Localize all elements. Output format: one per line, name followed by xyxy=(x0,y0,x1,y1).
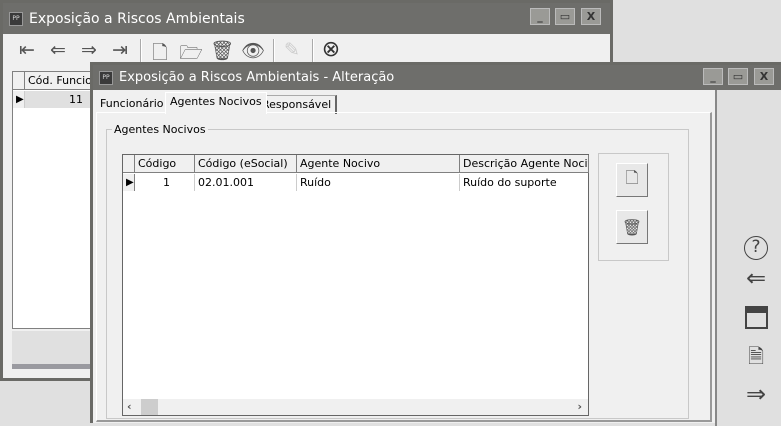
scroll-right-icon[interactable]: › xyxy=(577,400,582,413)
tab-agentes-nocivos[interactable]: Agentes Nocivos xyxy=(165,92,267,114)
indicator-header xyxy=(123,155,135,173)
back-arrow-icon[interactable]: ⇐ xyxy=(739,264,773,292)
close-button[interactable]: X xyxy=(581,8,601,25)
delete-agent-button[interactable]: 🗑 xyxy=(616,210,648,244)
close-button[interactable]: X xyxy=(754,68,774,85)
agentes-grid[interactable]: Código Código (eSocial) Agente Nocivo De… xyxy=(122,154,589,416)
add-agent-button[interactable]: 🗋 xyxy=(616,163,648,197)
forward-arrow-icon[interactable]: ⇒ xyxy=(739,380,773,408)
save-glyph xyxy=(744,306,768,329)
column-header-descricao[interactable]: Descrição Agente Nocivo xyxy=(460,155,589,173)
scroll-thumb[interactable] xyxy=(141,399,158,415)
group-title: Agentes Nocivos xyxy=(112,123,208,136)
grid-button-panel: 🗋 🗑 xyxy=(598,153,669,261)
action-sidebar: ? ⇐ 🗎 ⇒ xyxy=(715,90,781,426)
edit-icon[interactable]: ✎ xyxy=(278,39,306,61)
edit-title-bar: PP Exposição a Riscos Ambientais - Alter… xyxy=(93,65,781,90)
last-icon[interactable]: ⇥ xyxy=(106,39,134,61)
back-title-bar: PP Exposição a Riscos Ambientais _ ▭ X xyxy=(3,3,610,34)
app-icon: PP xyxy=(99,70,113,85)
indicator-header xyxy=(13,72,25,90)
toolbar-separator xyxy=(140,39,142,63)
scroll-left-icon[interactable]: ‹ xyxy=(127,400,132,413)
first-icon[interactable]: ⇤ xyxy=(13,39,41,61)
app-icon: PP xyxy=(9,11,23,26)
help-icon[interactable]: ? xyxy=(739,230,773,260)
trash-icon[interactable]: 🗑 xyxy=(208,39,236,62)
toolbar-separator xyxy=(312,39,314,63)
help-glyph: ? xyxy=(744,236,768,260)
toolbar-separator xyxy=(273,39,275,63)
horizontal-scrollbar[interactable]: ‹ › xyxy=(123,399,588,415)
previous-icon[interactable]: ⇐ xyxy=(44,39,72,61)
eye-icon[interactable]: 👁 xyxy=(239,39,267,62)
column-header-codigo-esocial[interactable]: Código (eSocial) xyxy=(195,155,297,173)
cell-codigo-esocial[interactable]: 02.01.001 xyxy=(195,174,297,191)
minimize-button[interactable]: _ xyxy=(530,8,550,25)
cell-descricao[interactable]: Ruído do suporte xyxy=(460,174,589,191)
cancel-document-icon[interactable]: 🗎 xyxy=(739,342,773,376)
cell-agente-nocivo[interactable]: Ruído xyxy=(297,174,460,191)
column-header-codigo[interactable]: Código xyxy=(135,155,195,173)
edit-window: PP Exposição a Riscos Ambientais - Alter… xyxy=(90,62,781,426)
row-indicator: ▶ xyxy=(123,174,135,191)
edit-window-title: Exposição a Riscos Ambientais - Alteraçã… xyxy=(119,70,395,85)
save-icon[interactable] xyxy=(739,306,773,335)
row-indicator: ▶ xyxy=(13,91,25,108)
minimize-button[interactable]: _ xyxy=(703,68,723,85)
maximize-button[interactable]: ▭ xyxy=(728,68,748,85)
back-window-title: Exposição a Riscos Ambientais xyxy=(29,10,245,27)
new-document-icon: 🗋 xyxy=(625,167,639,187)
tab-panel: Agentes Nocivos Código Código (eSocial) … xyxy=(96,112,712,422)
close-circle-icon[interactable]: ⊗ xyxy=(317,37,345,62)
agentes-nocivos-group: Agentes Nocivos Código Código (eSocial) … xyxy=(106,123,689,419)
next-icon[interactable]: ⇒ xyxy=(75,39,103,61)
column-header-agente-nocivo[interactable]: Agente Nocivo xyxy=(297,155,460,173)
cell-codigo[interactable]: 1 xyxy=(135,174,195,191)
maximize-button[interactable]: ▭ xyxy=(555,8,575,25)
cancel-glyph: 🗎 xyxy=(747,344,765,368)
trash-icon: 🗑 xyxy=(621,217,643,237)
